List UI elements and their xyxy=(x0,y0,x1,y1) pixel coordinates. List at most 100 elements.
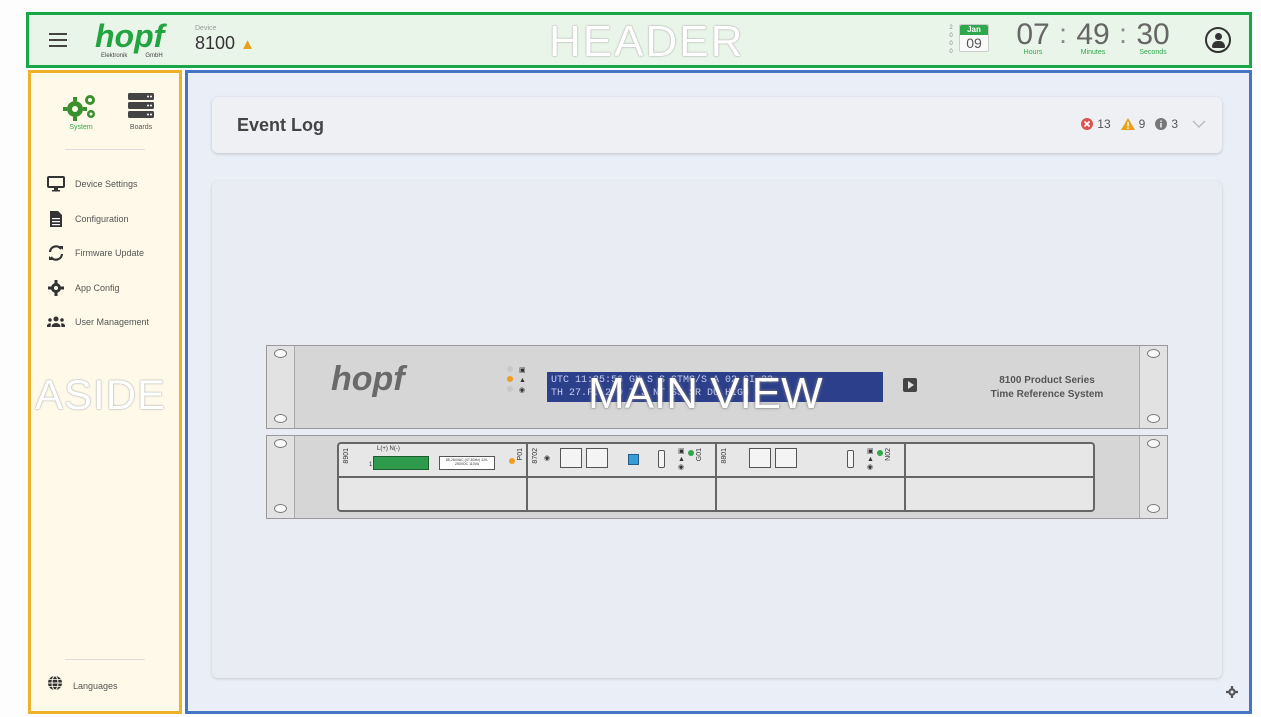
header: hopf Elektronik GmbH Device 8100 ▲ HEADER… xyxy=(26,12,1252,68)
slot-id: 8801 xyxy=(721,448,728,464)
menu-item-app-config[interactable]: App Config xyxy=(47,271,177,306)
board-slot-8702[interactable]: 8702 ◉ ▣ ▲ ◉ G01 xyxy=(528,444,717,510)
menu-item-label: App Config xyxy=(75,282,120,293)
board-slot-8801[interactable]: 8801 ▣ ▲ ◉ N02 xyxy=(717,444,906,510)
warning-icon: ▲ xyxy=(519,377,526,384)
slot-id: 8702 xyxy=(532,448,539,464)
chevron-down-icon[interactable] xyxy=(1192,117,1206,131)
main-view: Event Log 13 9 3 hopf ▣ ▲ ◉ UTC 11:25:56… xyxy=(185,70,1252,714)
terminal-marker: 1 xyxy=(369,462,373,468)
rack-ear-right xyxy=(1139,346,1167,428)
refresh-icon xyxy=(47,244,65,262)
menu-item-user-management[interactable]: User Management xyxy=(47,305,177,340)
aside-divider xyxy=(65,149,145,150)
network-port xyxy=(586,448,608,468)
led-icons: ▣ ▲ ◉ xyxy=(867,448,874,471)
terminal-label: L(+) N(-) xyxy=(377,446,400,452)
series-line-2: Time Reference System xyxy=(990,389,1104,400)
rack-ear-left xyxy=(267,436,295,518)
logo-sub-right: GmbH xyxy=(145,53,163,59)
power-terminal xyxy=(373,456,429,470)
board-slot-upper: 8801 ▣ ▲ ◉ N02 xyxy=(717,444,904,478)
year-vertical: 2 0 0 0 xyxy=(947,24,955,56)
aside: System Boards Device Settings Configurat… xyxy=(28,70,182,714)
warning-icon xyxy=(1120,118,1135,130)
warning-icon[interactable]: ▲ xyxy=(240,36,255,53)
fiber-port xyxy=(628,454,639,465)
menu-item-firmware-update[interactable]: Firmware Update xyxy=(47,236,177,271)
menu-item-label: Configuration xyxy=(75,213,129,224)
device-info: Device 8100 ▲ xyxy=(195,25,255,54)
hours-value: 07 xyxy=(1016,18,1050,51)
status-dot-icon: ◉ xyxy=(544,455,551,462)
board-slot-8901[interactable]: 8901 L(+) N(-) 1 85-264VAC (47-63Hz) 120… xyxy=(339,444,528,510)
status-led xyxy=(507,376,513,382)
board-slot-upper: 8901 L(+) N(-) 1 85-264VAC (47-63Hz) 120… xyxy=(339,444,526,478)
slot-side-label: N02 xyxy=(885,448,892,461)
aside-watermark: ASIDE xyxy=(35,371,167,418)
year-digit-0: 2 0 0 0 xyxy=(949,25,953,55)
event-log-title: Event Log xyxy=(237,115,325,135)
clock-separator: : xyxy=(1119,18,1127,49)
board-slot-empty[interactable] xyxy=(906,444,1093,510)
aside-divider xyxy=(65,659,145,660)
main-watermark: MAIN VIEW xyxy=(588,369,823,418)
calendar-icon: Jan 09 xyxy=(959,24,989,52)
gears-icon xyxy=(51,89,111,121)
menu-item-configuration[interactable]: Configuration xyxy=(47,202,177,237)
board-slot-upper: 8702 ◉ ▣ ▲ ◉ G01 xyxy=(528,444,715,478)
status-dot-icon: ◉ xyxy=(519,387,526,394)
hamburger-menu-icon[interactable] xyxy=(49,33,67,47)
header-watermark: HEADER xyxy=(549,17,745,66)
status-led xyxy=(509,458,515,464)
tab-boards-label: Boards xyxy=(129,124,153,131)
settings-gear-icon[interactable] xyxy=(1226,685,1238,703)
board-frame: 8901 L(+) N(-) 1 85-264VAC (47-63Hz) 120… xyxy=(337,442,1095,512)
tab-boards[interactable]: Boards xyxy=(111,89,171,131)
usb-port xyxy=(847,450,854,468)
user-account-icon[interactable] xyxy=(1205,27,1231,53)
rack-hole xyxy=(274,504,287,513)
menu-item-label: Device Settings xyxy=(75,179,138,190)
error-count[interactable]: 13 xyxy=(1081,117,1111,131)
clock: 07 Hours : 49 Minutes : 30 Seconds xyxy=(1009,18,1177,57)
calendar-day: 09 xyxy=(966,35,982,51)
checkbox-icon: ▣ xyxy=(519,367,526,374)
warning-count[interactable]: 9 xyxy=(1120,117,1145,131)
status-led-icons: ▣ ▲ ◉ xyxy=(519,366,526,396)
menu-item-device-settings[interactable]: Device Settings xyxy=(47,167,177,202)
server-icon xyxy=(111,89,171,121)
menu-item-label: Firmware Update xyxy=(75,248,145,259)
slot-id: 8901 xyxy=(343,448,350,464)
globe-icon xyxy=(47,675,63,696)
rack-ear-right xyxy=(1139,436,1167,518)
languages-label: Languages xyxy=(73,680,118,691)
device-label: Device xyxy=(195,25,217,32)
board-slot-upper xyxy=(906,444,1093,478)
info-count-value: 3 xyxy=(1171,117,1178,131)
rack-hole xyxy=(274,349,287,358)
rack-ear-left xyxy=(267,346,295,428)
clock-hours: 07 Hours xyxy=(1009,18,1057,57)
seconds-value: 30 xyxy=(1136,18,1170,51)
play-button-icon[interactable] xyxy=(903,378,917,392)
event-counts: 13 9 3 xyxy=(1071,117,1206,131)
tab-system[interactable]: System xyxy=(51,89,111,131)
languages-button[interactable]: Languages xyxy=(47,675,118,696)
document-icon xyxy=(47,210,65,228)
device-logo: hopf xyxy=(331,360,405,398)
rack-hole xyxy=(1147,439,1160,448)
product-series: 8100 Product Series Time Reference Syste… xyxy=(967,374,1127,402)
clock-seconds: 30 Seconds xyxy=(1129,18,1177,57)
status-leds xyxy=(507,366,513,396)
error-icon xyxy=(1081,118,1094,130)
tab-system-label: System xyxy=(69,124,93,131)
gear-icon xyxy=(47,279,65,297)
event-log-panel[interactable]: Event Log 13 9 3 xyxy=(212,97,1222,153)
power-spec-box: 85-264VAC (47-63Hz) 120-250VDC 110VA xyxy=(439,456,495,470)
status-led xyxy=(507,386,513,392)
device-board-panel: 8901 L(+) N(-) 1 85-264VAC (47-63Hz) 120… xyxy=(266,435,1168,519)
status-led xyxy=(877,450,883,456)
minutes-value: 49 xyxy=(1076,18,1110,51)
info-count[interactable]: 3 xyxy=(1155,117,1178,131)
